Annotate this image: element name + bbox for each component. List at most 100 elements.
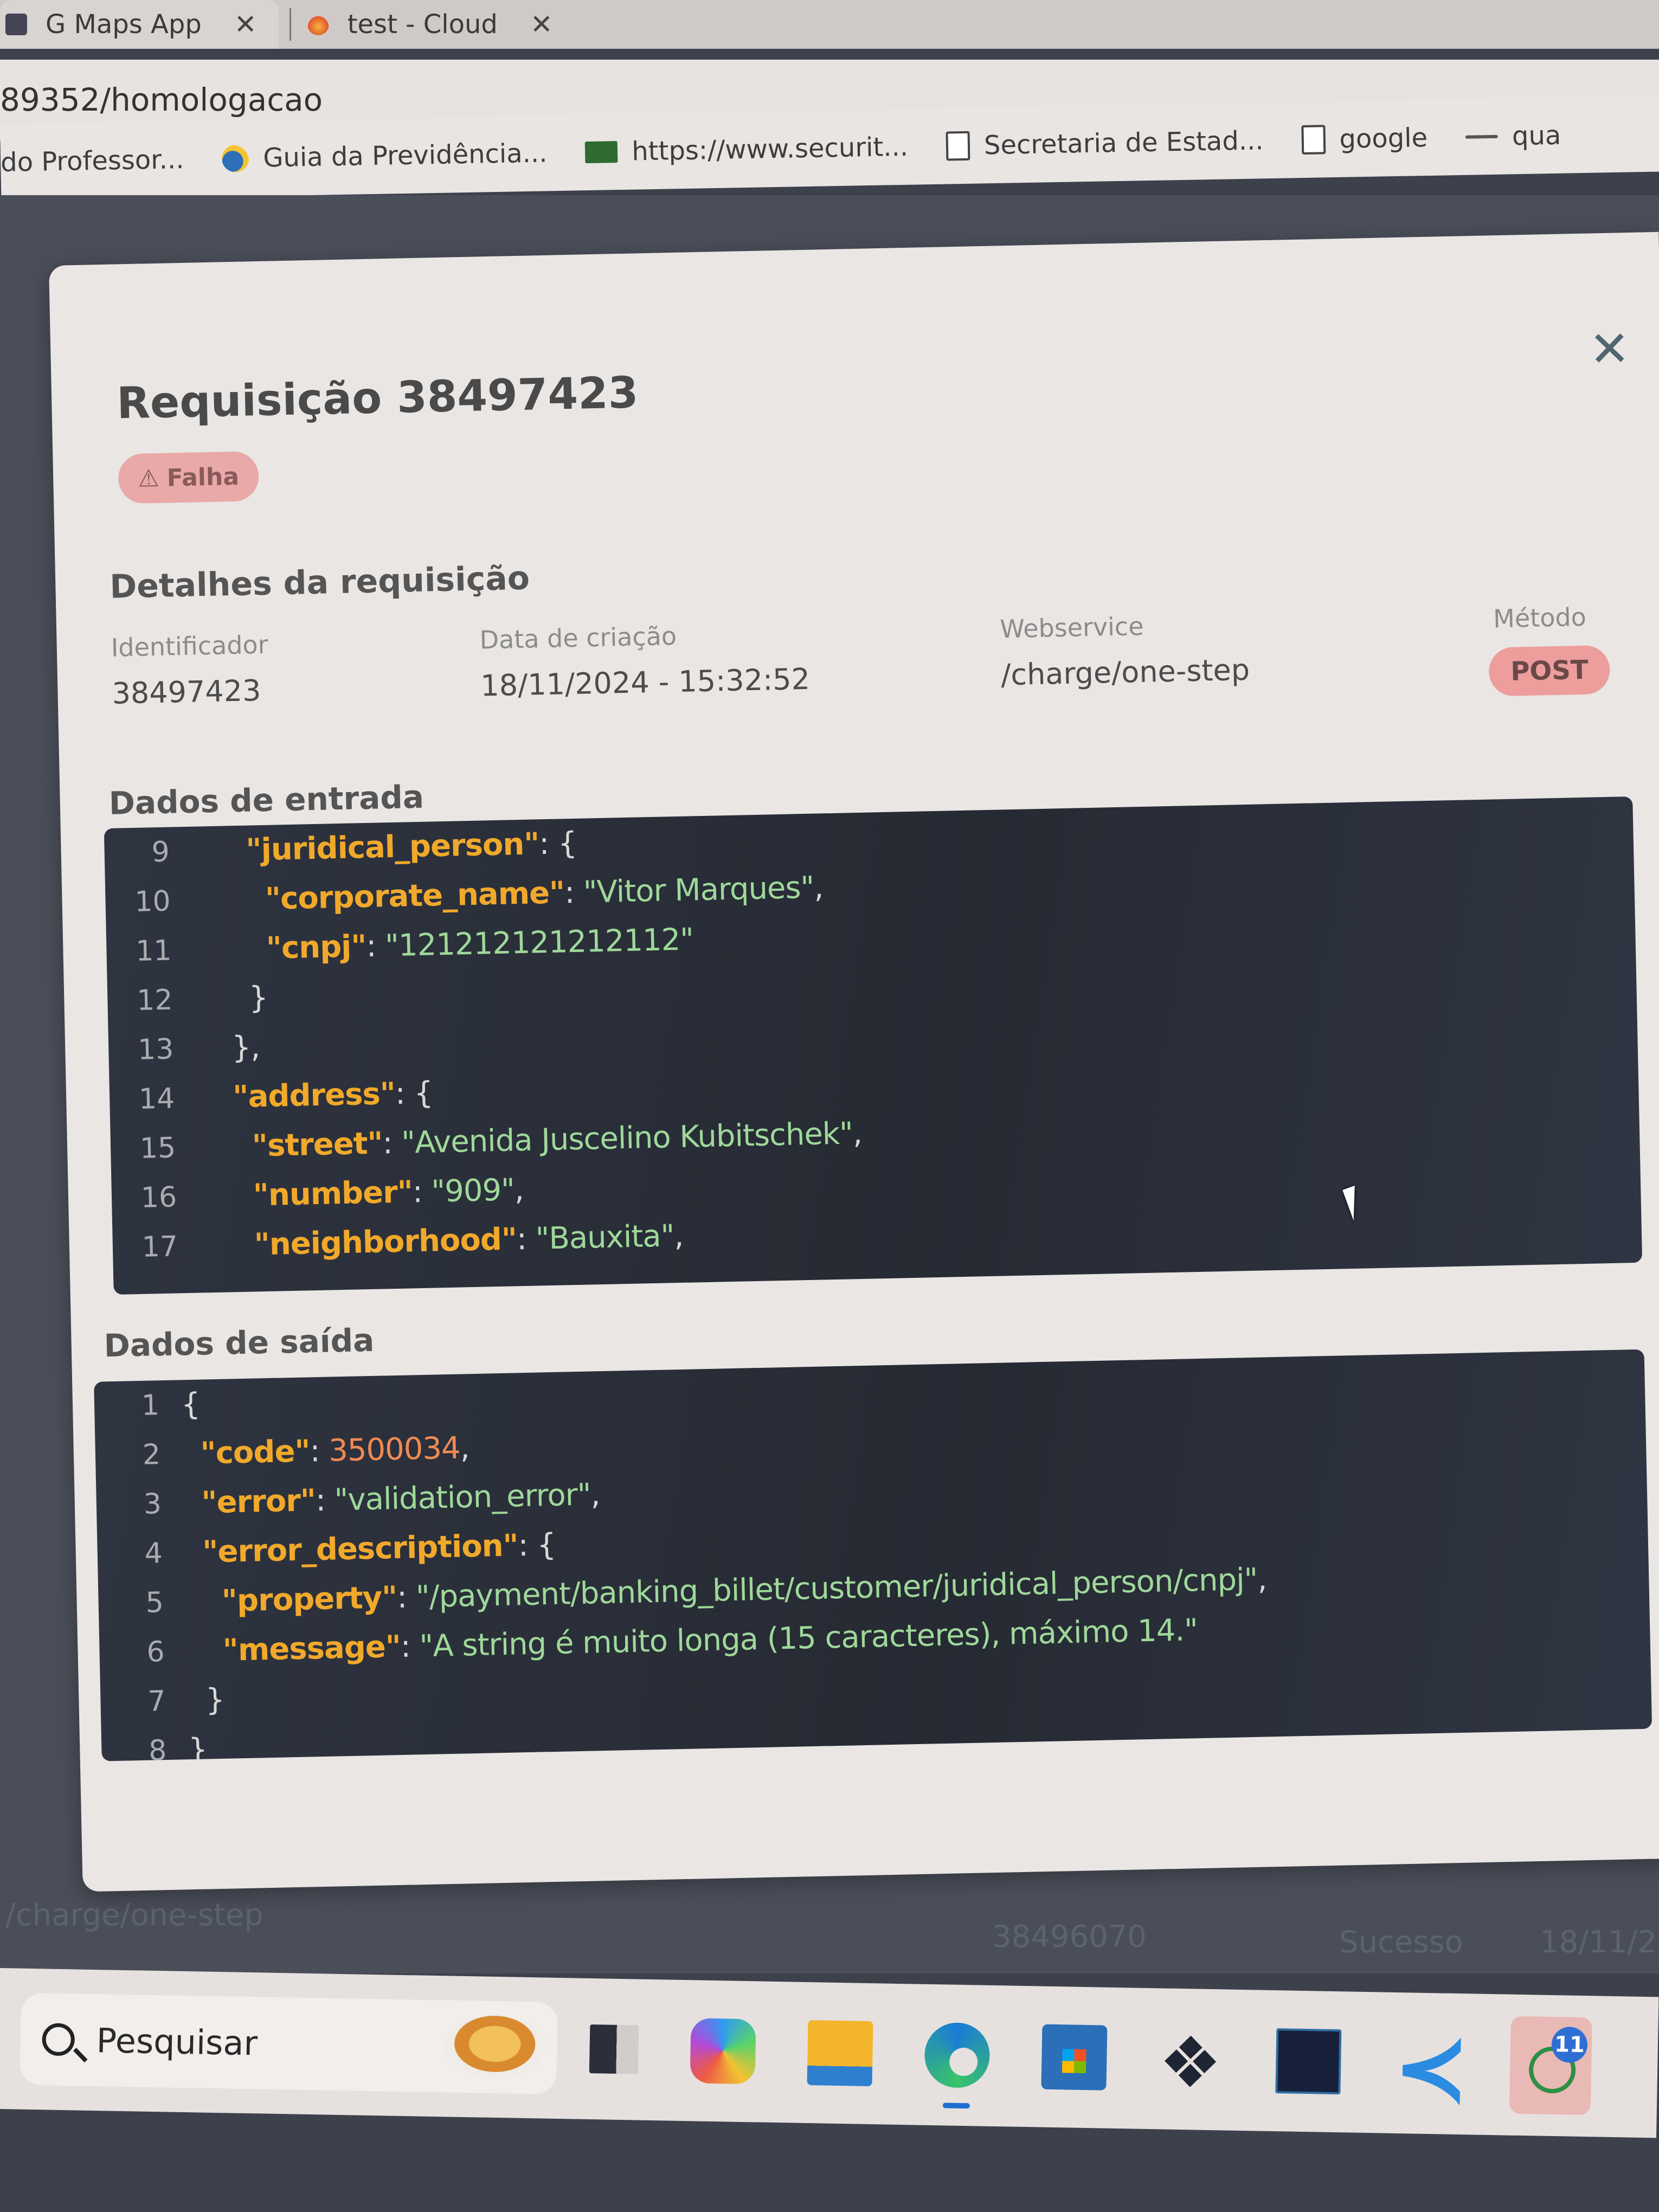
bookmark-secretaria[interactable]: Secretaria de Estad... bbox=[946, 125, 1264, 161]
token-tail: { bbox=[557, 825, 577, 861]
token-val: "validation_error" bbox=[334, 1477, 591, 1518]
code-text: "street": "Avenida Juscelino Kubitschek"… bbox=[197, 1116, 862, 1165]
request-detail-modal: Requisição 38497423 ✕ ⚠ Falha Detalhes d… bbox=[49, 232, 1659, 1892]
token-tail: , bbox=[813, 870, 824, 905]
code-text: } bbox=[194, 980, 268, 1017]
code-text: "juridical_person": { bbox=[191, 826, 577, 869]
file-explorer-icon[interactable] bbox=[807, 2020, 873, 2087]
identifier-label: Identificador bbox=[111, 629, 269, 663]
line-number: 14 bbox=[138, 1082, 175, 1116]
active-indicator bbox=[942, 2102, 970, 2109]
method-label: Método bbox=[1493, 602, 1587, 634]
microsoft-store-icon[interactable] bbox=[1041, 2024, 1108, 2091]
token-tail: , bbox=[459, 1430, 470, 1466]
previdencia-icon bbox=[221, 144, 249, 172]
background-table-row[interactable]: /charge/one-step 38496070 Sucesso 18/11/… bbox=[0, 1898, 1659, 1963]
token-tail: , bbox=[1257, 1561, 1267, 1597]
output-section-title: Dados de saída bbox=[104, 1321, 375, 1365]
method-badge: POST bbox=[1488, 645, 1611, 697]
bookmark-security[interactable]: https://www.securit... bbox=[585, 132, 908, 168]
bookmark-label: google bbox=[1339, 123, 1428, 155]
created-value: 18/11/2024 - 15:32:52 bbox=[480, 661, 811, 703]
code-text: { bbox=[181, 1387, 200, 1423]
token-tail: { bbox=[181, 1386, 201, 1423]
screen: G Maps App ✕ test - Cloud ✕ 89352/homolo… bbox=[0, 0, 1659, 2212]
token-tail: } bbox=[205, 1682, 225, 1718]
copilot-icon[interactable] bbox=[690, 2018, 756, 2085]
bookmark-label: Secretaria de Estad... bbox=[983, 125, 1264, 161]
token-val: "A string é muito longa (15 caracteres),… bbox=[419, 1612, 1198, 1664]
warning-icon: ⚠ bbox=[137, 464, 160, 493]
tab-label: test - Cloud bbox=[347, 9, 498, 40]
close-icon[interactable]: ✕ bbox=[1585, 320, 1635, 378]
line-number: 15 bbox=[139, 1131, 176, 1165]
task-view-icon[interactable] bbox=[589, 2024, 639, 2074]
output-code-block[interactable]: 1 {2 "code": 3500034, 3 "error": "validati… bbox=[94, 1349, 1652, 1761]
taskbar: Pesquisar 11 bbox=[0, 1968, 1659, 2138]
tab-label: G Maps App bbox=[46, 9, 202, 40]
token-key: "corporate_name" bbox=[265, 875, 565, 917]
taskbar-search[interactable]: Pesquisar bbox=[20, 1992, 558, 2094]
identifier-value: 38497423 bbox=[111, 673, 262, 711]
whatsapp-icon[interactable]: 11 bbox=[1509, 2016, 1592, 2115]
webservice-value: /charge/one-step bbox=[1000, 652, 1250, 692]
page-icon bbox=[1301, 125, 1326, 155]
tab-close-icon[interactable]: ✕ bbox=[234, 9, 257, 40]
tab-close-icon[interactable]: ✕ bbox=[530, 9, 553, 40]
widget-pie-icon[interactable] bbox=[442, 2014, 547, 2081]
tab-test-cloud[interactable]: test - Cloud ✕ bbox=[302, 0, 575, 49]
token-sep: : bbox=[400, 1629, 420, 1664]
token-sep: : bbox=[382, 1125, 402, 1161]
firebase-icon bbox=[307, 14, 329, 35]
app-icon bbox=[5, 14, 27, 35]
url-text[interactable]: 89352/homologacao bbox=[0, 81, 323, 118]
edge-icon[interactable] bbox=[924, 2022, 991, 2109]
dropbox-icon[interactable] bbox=[1158, 2026, 1224, 2092]
taskbar-apps: 11 bbox=[589, 2000, 1592, 2115]
token-tail: } bbox=[188, 1732, 208, 1761]
token-tail: } bbox=[248, 980, 268, 1016]
line-number: 13 bbox=[137, 1033, 174, 1066]
token-sep: : bbox=[396, 1579, 416, 1616]
app-shield-icon[interactable] bbox=[1275, 2028, 1342, 2095]
status-badge: ⚠ Falha bbox=[118, 451, 259, 504]
notification-badge: 11 bbox=[1551, 2026, 1588, 2063]
separator-icon bbox=[1465, 134, 1499, 139]
tab-g-maps-app[interactable]: G Maps App ✕ bbox=[0, 0, 279, 49]
token-val: "Avenida Juscelino Kubitschek" bbox=[401, 1116, 853, 1161]
bookmark-label: do Professor... bbox=[0, 144, 184, 178]
token-tail: { bbox=[536, 1527, 556, 1563]
code-text: } bbox=[188, 1732, 208, 1761]
created-label: Data de criação bbox=[479, 621, 677, 655]
token-key: "neighborhood" bbox=[254, 1221, 517, 1263]
code-text: "address": { bbox=[196, 1076, 433, 1116]
line-number: 5 bbox=[145, 1586, 164, 1619]
line-number: 7 bbox=[147, 1684, 166, 1718]
token-sep: : bbox=[365, 928, 385, 964]
bookmark-qua[interactable]: qua bbox=[1465, 120, 1561, 152]
code-text: "error": "validation_error", bbox=[183, 1477, 600, 1521]
token-sep: : bbox=[518, 1527, 538, 1564]
bookmark-google[interactable]: google bbox=[1301, 123, 1428, 155]
details-section-title: Detalhes da requisição bbox=[109, 559, 530, 606]
vscode-icon[interactable] bbox=[1392, 2030, 1458, 2097]
line-number: 1 bbox=[141, 1388, 160, 1422]
input-code-block[interactable]: 9 "juridical_person": {10 "corporate_nam… bbox=[104, 796, 1643, 1295]
search-placeholder: Pesquisar bbox=[96, 2020, 258, 2063]
bookmark-professor[interactable]: do Professor... bbox=[1, 144, 184, 178]
bg-id: 38496070 bbox=[992, 1919, 1147, 1954]
line-number: 8 bbox=[148, 1734, 168, 1761]
token-sep: : bbox=[315, 1482, 335, 1519]
token-sep: : bbox=[412, 1174, 432, 1210]
token-sep: : bbox=[309, 1433, 329, 1469]
line-number: 12 bbox=[136, 983, 173, 1017]
status-label: Falha bbox=[166, 462, 240, 492]
bookmark-guia-previdencia[interactable]: Guia da Previdência... bbox=[221, 138, 548, 173]
